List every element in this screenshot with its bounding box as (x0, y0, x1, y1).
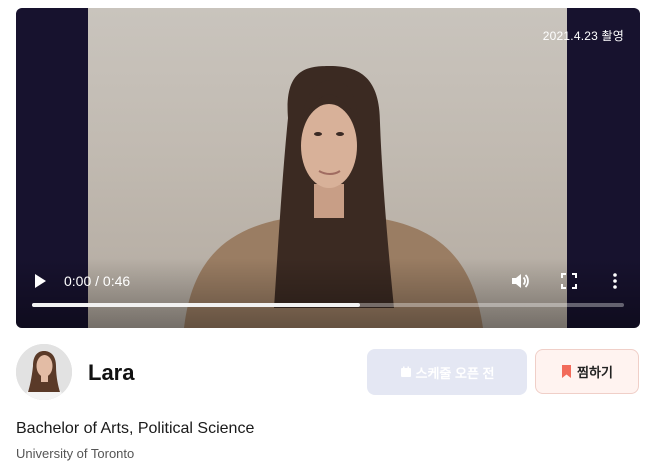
profile-name: Lara (88, 360, 135, 385)
schedule-button-label: 스케줄 오픈 전 (415, 365, 495, 381)
avatar (16, 344, 72, 400)
video-progress-fill (32, 303, 360, 307)
school-text: University of Toronto (16, 446, 135, 461)
favorite-button[interactable]: 찜하기 (535, 349, 639, 394)
calendar-icon (400, 366, 411, 377)
bookmark-icon (562, 365, 572, 378)
fullscreen-icon[interactable] (560, 272, 578, 290)
video-player[interactable]: 2021.4.23 촬영 0:00 / 0:46 (16, 8, 640, 328)
time-display: 0:00 / 0:46 (64, 273, 131, 289)
video-progress-bar[interactable] (32, 303, 624, 307)
degree-text: Bachelor of Arts, Political Science (16, 420, 255, 437)
play-icon[interactable] (32, 273, 48, 289)
schedule-button[interactable]: 스케줄 오픈 전 (367, 349, 527, 395)
avatar-image (16, 344, 72, 400)
more-vertical-icon[interactable] (608, 271, 622, 291)
recording-date: 2021.4.23 촬영 (542, 29, 624, 43)
video-controls: 0:00 / 0:46 (16, 268, 640, 294)
favorite-button-label: 찜하기 (577, 365, 613, 380)
volume-icon[interactable] (510, 271, 530, 291)
